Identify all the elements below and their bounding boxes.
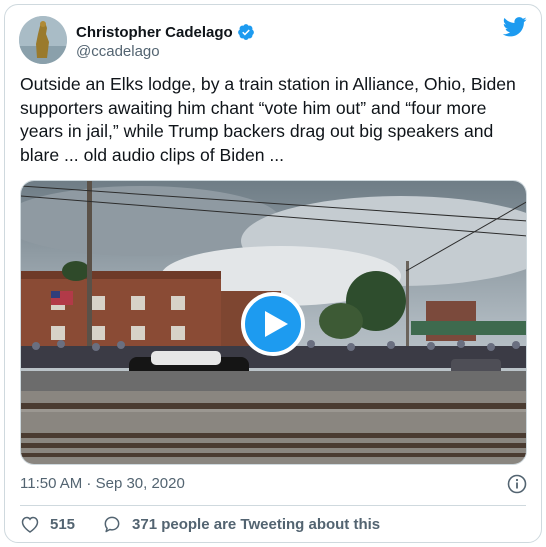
verified-badge-icon <box>237 23 255 41</box>
video-thumbnail[interactable] <box>20 180 527 465</box>
tweeting-about-count: 371 people are Tweeting about this <box>132 515 381 533</box>
heart-icon <box>21 516 39 533</box>
reply-button[interactable]: 371 people are Tweeting about this <box>102 514 380 534</box>
info-icon[interactable] <box>507 474 527 494</box>
play-button[interactable] <box>241 292 305 356</box>
like-button[interactable]: 515 <box>20 514 102 534</box>
tweet-text: Outside an Elks lodge, by a train statio… <box>20 74 516 165</box>
speech-bubble-icon <box>104 516 120 533</box>
divider <box>20 505 526 506</box>
like-count: 515 <box>50 515 76 533</box>
action-bar: 515 371 people are Tweeting about this <box>20 514 380 534</box>
play-icon <box>265 311 288 337</box>
tweet-timestamp[interactable]: 11:50 AM · Sep 30, 2020 <box>20 475 185 492</box>
avatar[interactable] <box>19 16 67 64</box>
tweet-card[interactable]: Christopher Cadelago @ccadelago Outside … <box>4 4 542 543</box>
author-handle[interactable]: @ccadelago <box>76 43 160 60</box>
twitter-bird-icon[interactable] <box>502 17 527 37</box>
author-name[interactable]: Christopher Cadelago <box>76 24 233 41</box>
